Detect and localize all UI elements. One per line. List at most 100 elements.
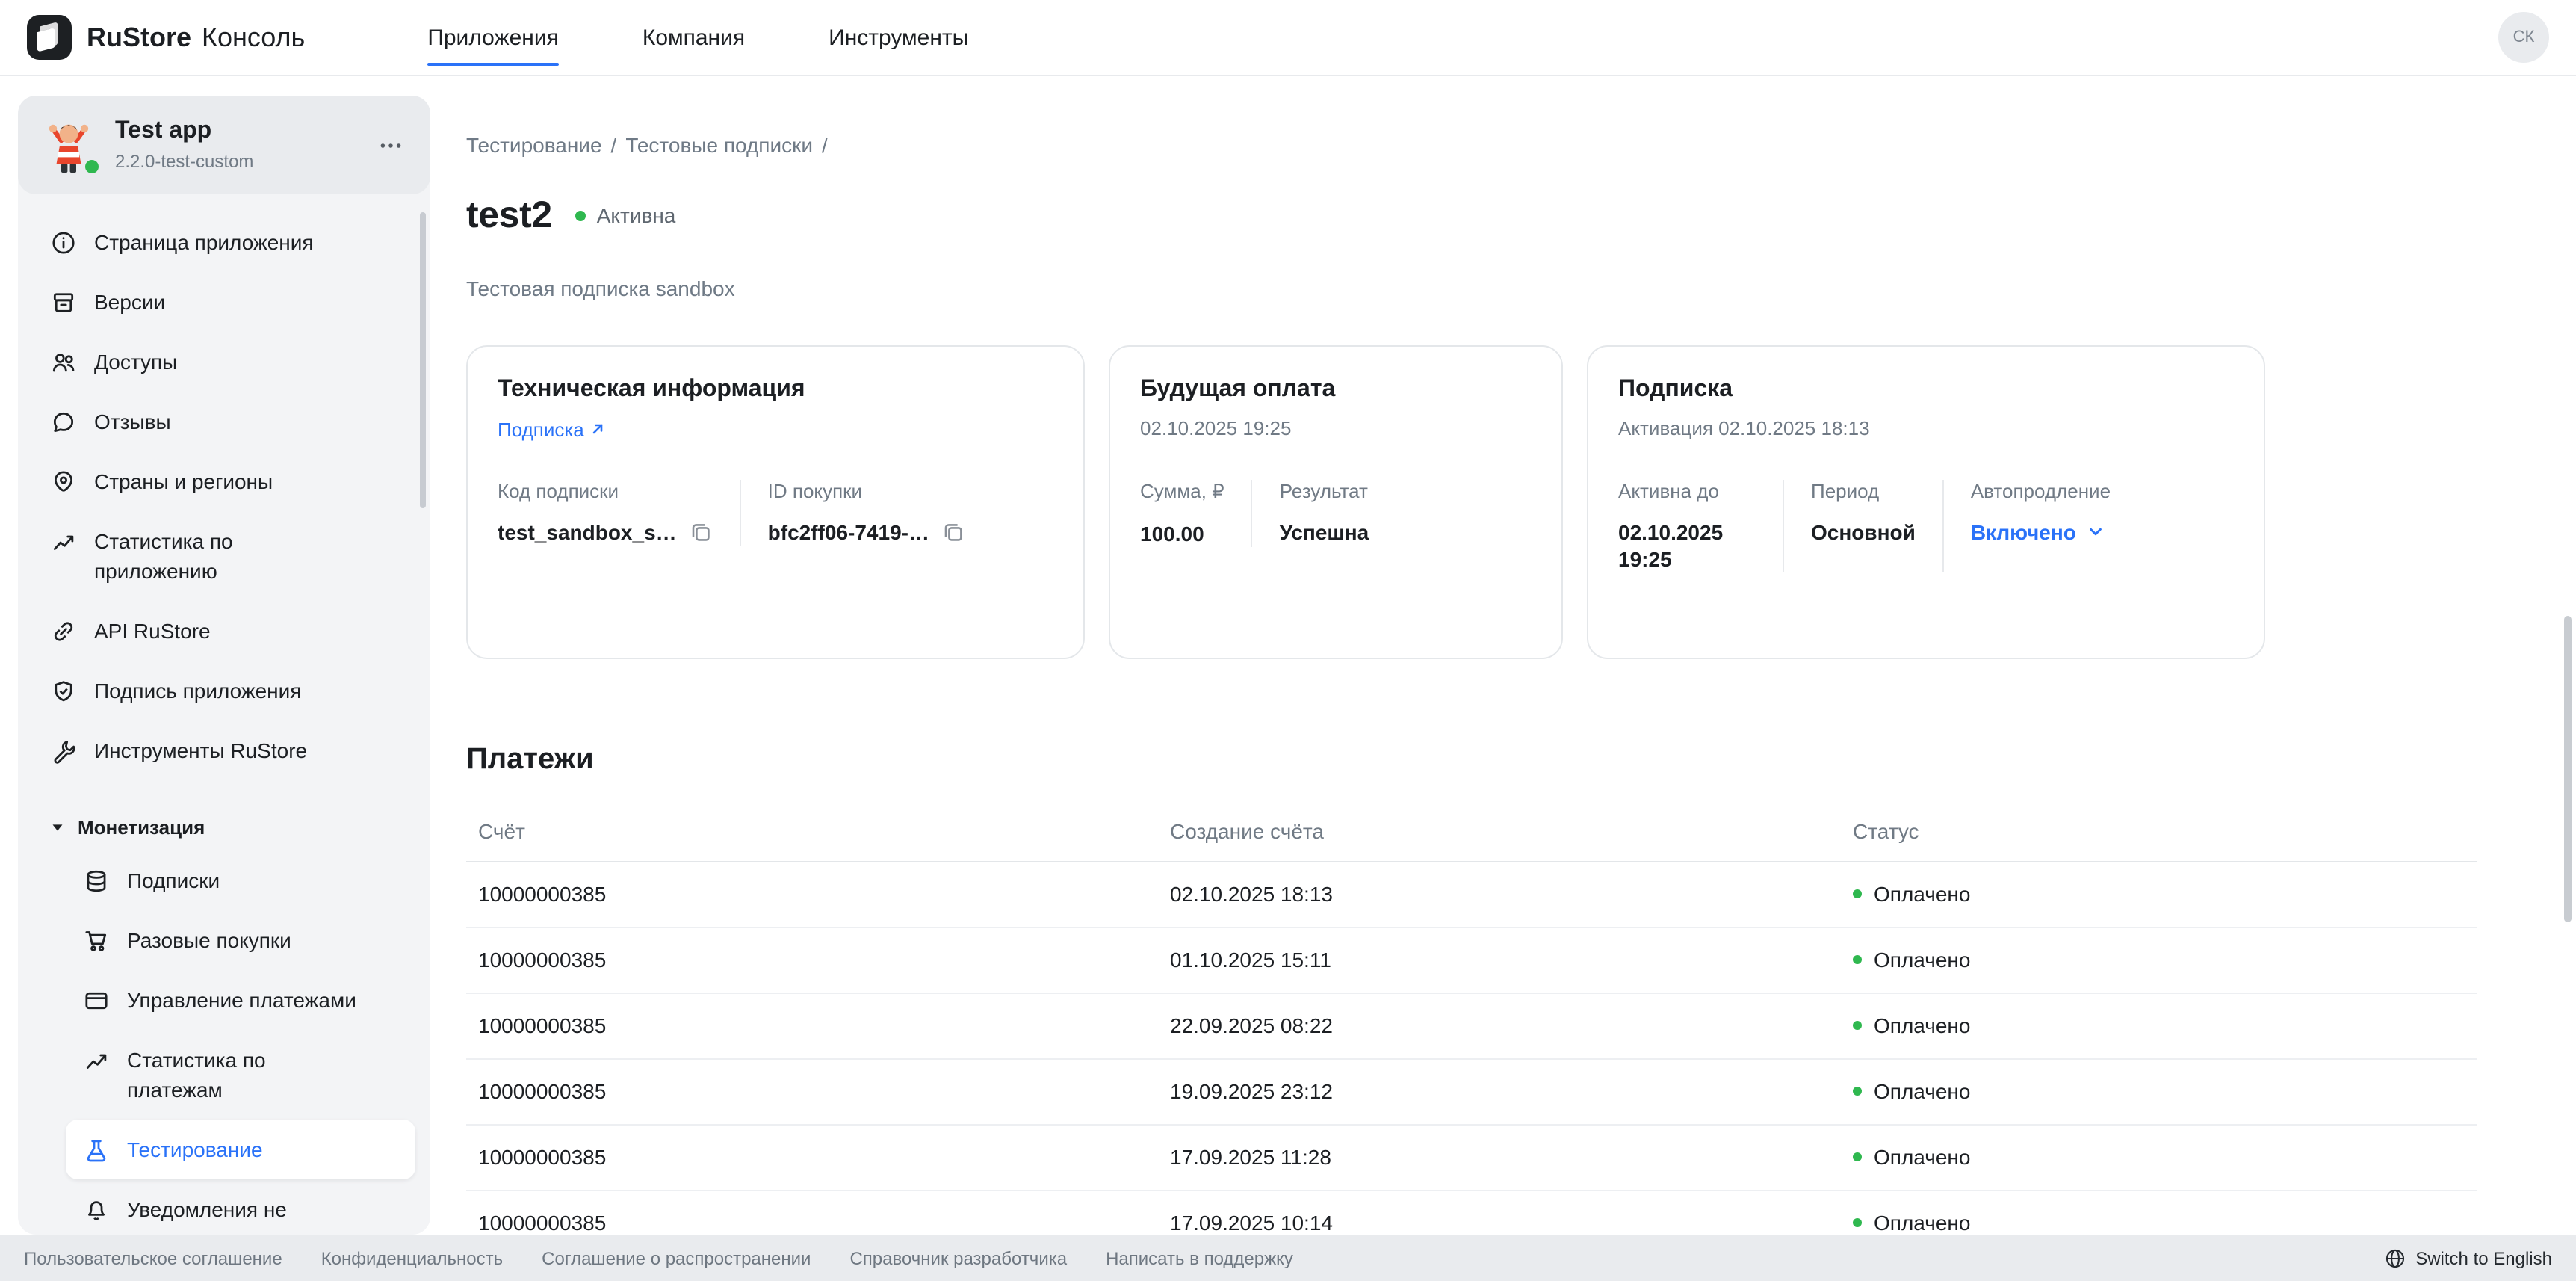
footer: Пользовательское соглашение Конфиденциал… [0,1235,2576,1281]
sidebar-item-signature[interactable]: Подпись приложения [33,661,415,720]
sidebar-item-payment-management[interactable]: Управление платежами [66,970,415,1030]
app-info: Test app 2.2.0-test-custom [115,118,253,172]
page-title: test2 [466,194,552,238]
footer-link-support[interactable]: Написать в поддержку [1106,1247,1293,1268]
active-until-field: Активна до 02.10.2025 19:25 [1618,479,1783,572]
paid-status-dot-icon [1853,1087,1862,1096]
amount-field: Сумма, ₽ 100.00 [1140,479,1251,546]
status-badge: Активна [576,204,676,228]
breadcrumb-testing[interactable]: Тестирование [466,133,602,157]
breadcrumb: Тестирование / Тестовые подписки / [466,133,2477,157]
card-title: Будущая оплата [1140,376,1532,403]
table-row[interactable]: 10000000385 19.09.2025 23:12 Оплачено [466,1060,2477,1126]
rustore-console-window: RuStore Консоль Приложения Компания Инст… [0,0,2576,1281]
page-subtitle: Тестовая подписка sandbox [466,276,2477,300]
wrench-icon [51,738,76,763]
card-fields: Код подписки test_sandbox_s… ID покупки … [498,479,1053,545]
footer-link-developer-guide[interactable]: Справочник разработчика [849,1247,1067,1268]
sidebar-item-api[interactable]: API RuStore [33,601,415,661]
footer-link-user-agreement[interactable]: Пользовательское соглашение [24,1247,282,1268]
sidebar-item-one-time-purchases[interactable]: Разовые покупки [66,910,415,970]
trend-chart-icon [51,528,76,554]
result-field: Результат Успешна [1251,479,1396,546]
top-navigation: Приложения Компания Инструменты [427,0,968,75]
subscription-link[interactable]: Подписка [498,418,605,440]
sidebar-item-app-page[interactable]: Страница приложения [33,212,415,272]
payments-table: Счёт Создание счёта Статус 10000000385 0… [466,801,2477,1235]
autorenew-toggle[interactable]: Включено [1971,518,2111,545]
sidebar-section-monetization[interactable]: Монетизация [33,807,415,851]
tab-company[interactable]: Компания [643,0,745,75]
table-row[interactable]: 10000000385 02.10.2025 18:13 Оплачено [466,862,2477,928]
app-icon [39,115,99,175]
sidebar-item-testing[interactable]: Тестирование [66,1120,415,1179]
cart-icon [84,927,109,953]
brand-home-link[interactable]: RuStore Консоль [27,15,305,60]
card-title: Подписка [1618,376,2234,403]
status-dot-icon [576,211,586,221]
activation-date: Активация 02.10.2025 18:13 [1618,416,2234,439]
paid-status-dot-icon [1853,1021,1862,1030]
period-field: Период Основной [1783,479,1942,572]
flask-icon [84,1137,109,1162]
subscription-card: Подписка Активация 02.10.2025 18:13 Акти… [1587,345,2265,658]
shield-check-icon [51,678,76,703]
trend-chart-icon [84,1047,109,1072]
table-row[interactable]: 10000000385 01.10.2025 15:11 Оплачено [466,928,2477,994]
footer-link-distribution-agreement[interactable]: Соглашение о распространении [542,1247,811,1268]
table-row[interactable]: 10000000385 17.09.2025 11:28 Оплачено [466,1126,2477,1191]
column-status: Статус [1841,801,2477,861]
database-icon [84,868,109,893]
chevron-down-icon [2088,523,2105,540]
sidebar-item-countries[interactable]: Страны и регионы [33,451,415,511]
table-row[interactable]: 10000000385 22.09.2025 08:22 Оплачено [466,994,2477,1060]
tab-applications[interactable]: Приложения [427,0,559,75]
sidebar-item-payment-stats[interactable]: Статистика по платежам [66,1030,415,1120]
card-fields: Сумма, ₽ 100.00 Результат Успешна [1140,479,1532,546]
payments-section-title: Платежи [466,742,2477,777]
main-scrollbar[interactable] [2564,616,2572,922]
sidebar-item-rustore-tools[interactable]: Инструменты RuStore [33,720,415,780]
purchase-id-field: ID покупки bfc2ff06-7419-… [740,479,992,545]
link-icon [51,618,76,643]
info-icon [51,229,76,255]
app-version: 2.2.0-test-custom [115,151,253,172]
paid-status-dot-icon [1853,955,1862,964]
brand-product: Консоль [202,22,305,53]
paid-status-dot-icon [1853,889,1862,898]
technical-info-card: Техническая информация Подписка Код подп… [466,345,1085,658]
copy-icon[interactable] [941,519,965,543]
user-avatar[interactable]: СК [2498,12,2549,63]
column-invoice: Счёт [466,801,1158,861]
app-sidebar: Test app 2.2.0-test-custom Страница прил… [18,96,430,1235]
table-row[interactable]: 10000000385 17.09.2025 10:14 Оплачено [466,1191,2477,1235]
sidebar-item-access[interactable]: Доступы [33,332,415,392]
sidebar-item-subscriptions[interactable]: Подписки [66,851,415,910]
paid-status-dot-icon [1853,1218,1862,1227]
rustore-logo-icon [27,15,72,60]
location-pin-icon [51,469,76,494]
copy-icon[interactable] [689,519,713,543]
bell-icon [84,1197,109,1222]
sidebar-item-notifications-clipped[interactable]: Уведомления не [66,1179,415,1235]
page-title-row: test2 Активна [466,169,2477,262]
collapse-triangle-icon [51,821,64,834]
auto-renewal-field: Автопродление Включено [1942,479,2137,572]
language-switcher[interactable]: Switch to English [2384,1247,2552,1268]
table-header: Счёт Создание счёта Статус [466,801,2477,862]
breadcrumb-separator: / [611,133,617,157]
bank-card-icon [84,987,109,1013]
app-name: Test app [115,118,253,145]
sidebar-scrollbar[interactable] [420,212,426,508]
chat-bubble-icon [51,409,76,434]
sidebar-item-reviews[interactable]: Отзывы [33,392,415,451]
sidebar-item-versions[interactable]: Версии [33,272,415,332]
footer-link-privacy[interactable]: Конфиденциальность [321,1247,503,1268]
breadcrumb-test-subscriptions[interactable]: Тестовые подписки [625,133,813,157]
app-card: Test app 2.2.0-test-custom [18,96,430,194]
app-menu-dots-icon[interactable] [372,126,409,164]
globe-icon [2384,1247,2405,1268]
sidebar-item-app-stats[interactable]: Статистика по приложению [33,511,415,601]
tab-tools[interactable]: Инструменты [829,0,968,75]
future-payment-date: 02.10.2025 19:25 [1140,416,1532,439]
